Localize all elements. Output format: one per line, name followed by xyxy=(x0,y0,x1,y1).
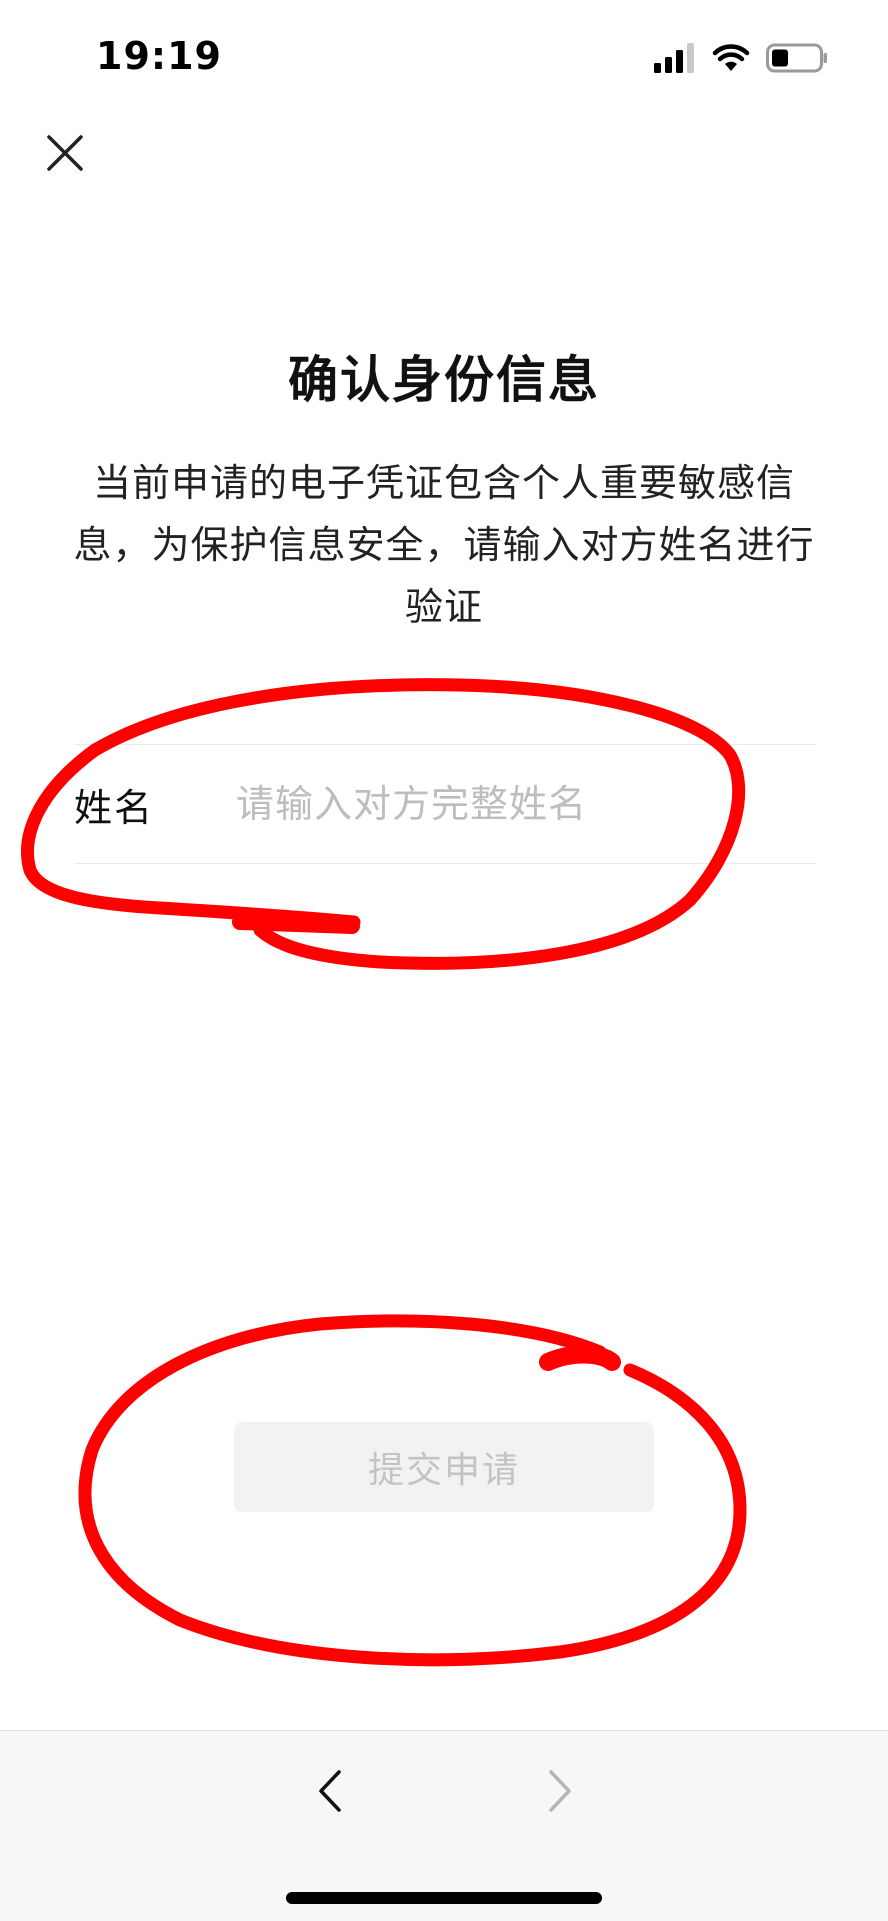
name-input[interactable] xyxy=(236,782,816,826)
wifi-icon xyxy=(712,43,750,77)
annotation-overlay xyxy=(21,678,747,1667)
battery-icon xyxy=(766,43,828,77)
page-title: 确认身份信息 xyxy=(288,351,600,409)
signal-icon xyxy=(654,43,696,77)
home-indicator xyxy=(286,1892,602,1904)
page-description: 当前申请的电子凭证包含个人重要敏感信息，为保护信息安全，请输入对方姓名进行验证 xyxy=(73,461,815,629)
submit-button[interactable]: 提交申请 xyxy=(234,1422,654,1512)
annotation-stroke-name-field xyxy=(232,914,360,934)
name-field-label: 姓名 xyxy=(74,785,155,830)
chevron-right-icon xyxy=(545,1768,575,1818)
close-icon xyxy=(45,133,85,177)
forward-button[interactable] xyxy=(530,1763,590,1823)
bottom-toolbar xyxy=(0,1730,888,1921)
status-icons xyxy=(654,43,828,77)
close-button[interactable] xyxy=(40,130,90,180)
back-button[interactable] xyxy=(300,1763,360,1823)
status-bar: 19:19 xyxy=(0,0,888,110)
status-time: 19:19 xyxy=(96,34,222,78)
chevron-left-icon xyxy=(315,1768,345,1818)
annotation-stroke-submit xyxy=(539,1345,621,1371)
name-field-row: 姓名 xyxy=(74,744,816,864)
